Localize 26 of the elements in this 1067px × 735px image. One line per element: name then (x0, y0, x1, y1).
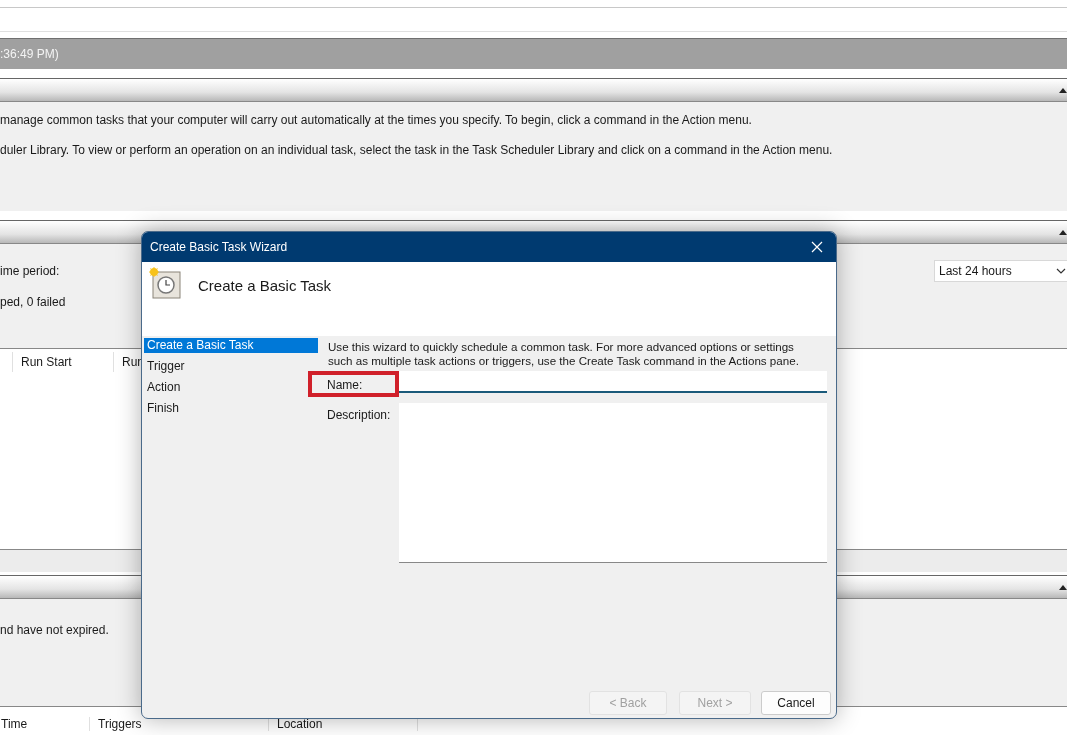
wizard-step[interactable]: Trigger (144, 359, 318, 374)
column-header[interactable]: Run Start (13, 352, 114, 372)
collapse-icon[interactable] (1059, 584, 1067, 590)
chevron-down-icon (1056, 268, 1066, 274)
timestamp-text: :36:49 PM) (0, 47, 59, 61)
close-icon (811, 241, 823, 253)
field-label: Name: (308, 371, 399, 397)
column-header[interactable]: Time (0, 717, 90, 731)
name-field[interactable] (399, 371, 827, 393)
collapse-icon[interactable] (1059, 229, 1067, 235)
clock-task-icon (148, 267, 182, 299)
field-label: Description: (326, 407, 392, 424)
intro-text: Use this wizard to quickly schedule a common task. For more advanced options or settings such as multiple task actions or triggers, use the Create Task command in the Actions pane. (328, 340, 800, 368)
dialog-heading: Create a Basic Task (198, 277, 332, 294)
description-text: duler Library. To view or perform an operation on an individual task, select the task in the Task Scheduler Library and click on a command in the Action menu. (0, 143, 834, 157)
description-text: nd have not expired. (0, 623, 109, 637)
summary-text: ped, 0 failed (0, 295, 66, 309)
period-label: ime period: (0, 264, 61, 278)
dialog-title: Create Basic Task Wizard (150, 240, 288, 254)
collapse-icon[interactable] (1059, 87, 1067, 93)
wizard-button[interactable]: Cancel (761, 691, 831, 715)
description-text: manage common tasks that your computer will carry out automatically at the times you specify. To begin, click a command in the Action menu. (0, 113, 753, 127)
wizard-step[interactable]: Create a Basic Task (144, 338, 318, 353)
time-range-dropdown[interactable]: Last 24 hours (934, 260, 1067, 282)
wizard-step[interactable]: Finish (144, 401, 318, 416)
description-field[interactable] (399, 403, 827, 563)
